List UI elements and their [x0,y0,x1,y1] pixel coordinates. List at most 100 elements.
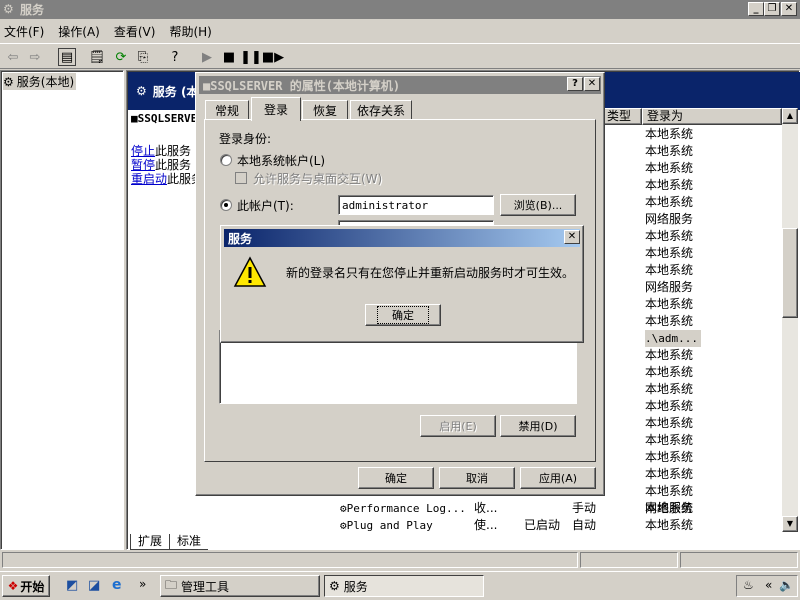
apply-button[interactable]: 应用(A) [520,467,596,489]
close-button[interactable]: ✕ [564,230,580,244]
menu-help[interactable]: 帮助(H) [169,23,211,40]
status-cell-3 [680,552,798,568]
view-tab-extended[interactable]: 扩展 [130,534,170,550]
logon-cell[interactable]: 本地系统 [645,177,693,194]
scroll-thumb[interactable] [782,228,798,318]
tab-recovery[interactable]: 恢复 [302,100,348,120]
tab-label: 登录 [263,103,288,117]
logon-cell[interactable]: 本地系统 [645,126,693,143]
logon-cell[interactable]: .\adm... [645,330,701,347]
start-button[interactable]: ❖ 开始 [2,575,50,597]
local-system-radio[interactable] [220,154,232,166]
folder-icon: 🗀 [165,577,178,592]
tab-label: 恢复 [312,104,337,118]
status-cell-2 [580,552,678,568]
restart-service-icon[interactable]: ■▶ [262,48,284,66]
view-tab-extended-label: 扩展 [137,534,162,548]
logon-cell[interactable]: 网络服务 [645,279,693,296]
service-row-desc: 使... [474,518,498,532]
tree-pane: ⚙ 服务(本地) [0,70,124,550]
help-icon[interactable]: ? [166,48,184,66]
taskbar-item-label: 管理工具 [181,579,230,594]
tray-expand-icon[interactable]: « [765,578,772,592]
logon-cell[interactable]: 本地系统 [645,466,693,483]
service-row-desc: 收... [474,501,498,515]
logon-cell[interactable]: 本地系统 [645,364,693,381]
status-bar [0,550,800,570]
cancel-button[interactable]: 取消 [439,467,515,489]
service-gear-icon: ⚙ [340,519,347,532]
message-ok-label: 确定 [377,306,429,324]
tab-general[interactable]: 常规 [205,100,249,120]
view-tab-standard[interactable]: 标准 [170,534,208,550]
quicklaunch-more-icon[interactable]: » [139,577,146,591]
tree-item-label: 服务(本地) [16,75,75,89]
logon-cell[interactable]: 本地系统 [645,432,693,449]
warning-icon [233,256,267,288]
taskbar-item-services[interactable]: ⚙ 服务 [324,575,484,597]
back-arrow-icon[interactable]: ⇦ [4,48,22,66]
restart-service-link[interactable]: 重启动 [131,172,167,186]
logon-cell[interactable]: 本地系统 [645,483,693,500]
tab-dependencies[interactable]: 依存关系 [350,100,412,120]
help-button[interactable]: ? [567,77,583,91]
start-service-icon[interactable]: ▶ [198,48,216,66]
restore-button[interactable]: ❐ [764,2,780,16]
allow-desktop-checkbox[interactable] [235,172,247,184]
refresh-icon[interactable]: ⟳ [112,48,130,66]
logon-cell[interactable]: 本地系统 [645,262,693,279]
logon-cell[interactable]: 本地系统 [645,296,693,313]
account-input[interactable]: administrator [338,195,494,215]
message-ok-button[interactable]: 确定 [365,304,441,326]
minimize-button[interactable]: _ [748,2,764,16]
vertical-scrollbar[interactable]: ▲ ▼ [782,108,798,532]
disable-button[interactable]: 禁用(D) [500,415,576,437]
column-header-type[interactable]: 类型 [604,108,642,125]
windows-logo-icon: ❖ [7,579,19,593]
this-account-radio[interactable] [220,199,232,211]
logon-cell[interactable]: 本地系统 [645,143,693,160]
scroll-down-button[interactable]: ▼ [782,516,798,532]
logon-cell[interactable]: 本地系统 [645,313,693,330]
scroll-up-button[interactable]: ▲ [782,108,798,124]
logon-cell[interactable]: 本地系统 [645,228,693,245]
service-row-name[interactable]: ⚙Plug and Play [340,517,433,534]
service-row-status: 已启动 [524,518,561,532]
pause-service-link[interactable]: 暂停 [131,158,155,172]
logon-cell[interactable]: 本地系统 [645,415,693,432]
show-tree-icon[interactable]: ▤ [58,48,76,66]
logon-cell[interactable]: 本地系统 [645,245,693,262]
logon-cell[interactable]: 本地系统 [645,347,693,364]
quicklaunch-explorer-icon[interactable]: ◪ [88,578,100,593]
logon-cell[interactable]: 网络服务 [645,211,693,228]
browse-button[interactable]: 浏览(B)... [500,194,576,216]
logon-cell[interactable]: 本地系统 [645,449,693,466]
stop-service-link[interactable]: 停止 [131,144,155,158]
column-header-logon[interactable]: 登录为 [642,108,782,125]
menu-bar: 文件(F) 操作(A) 查看(V) 帮助(H) [0,20,800,42]
close-button[interactable]: ✕ [781,2,797,16]
tree-item-services-local[interactable]: ⚙ 服务(本地) [3,73,77,90]
quicklaunch-desktop-icon[interactable]: ◩ [66,578,78,593]
export-list-icon[interactable]: ⎘ [134,48,152,66]
ok-button[interactable]: 确定 [358,467,434,489]
logon-cell[interactable]: 本地系统 [645,381,693,398]
pause-service-icon[interactable]: ❚❚ [240,48,262,66]
tab-logon[interactable]: 登录 [251,97,301,121]
quicklaunch-ie-icon[interactable]: e [112,577,122,593]
enable-button[interactable]: 启用(E) [420,415,496,437]
logon-cell[interactable]: 本地系统 [645,160,693,177]
service-row-name[interactable]: ⚙Performance Log... [340,500,466,517]
menu-action[interactable]: 操作(A) [58,23,100,40]
menu-file[interactable]: 文件(F) [4,23,44,40]
logon-cell[interactable]: 本地系统 [645,194,693,211]
close-button[interactable]: ✕ [584,77,600,91]
taskbar-item-admin-tools[interactable]: 🗀 管理工具 [160,575,320,597]
forward-arrow-icon[interactable]: ⇨ [26,48,44,66]
logon-cell[interactable]: 本地系统 [645,398,693,415]
volume-icon[interactable]: 🔈 [779,578,794,592]
network-icon[interactable]: ♨ [743,578,754,592]
menu-view[interactable]: 查看(V) [114,23,156,40]
stop-service-icon[interactable]: ■ [220,48,238,66]
properties-icon[interactable]: 🗒 [88,48,106,66]
